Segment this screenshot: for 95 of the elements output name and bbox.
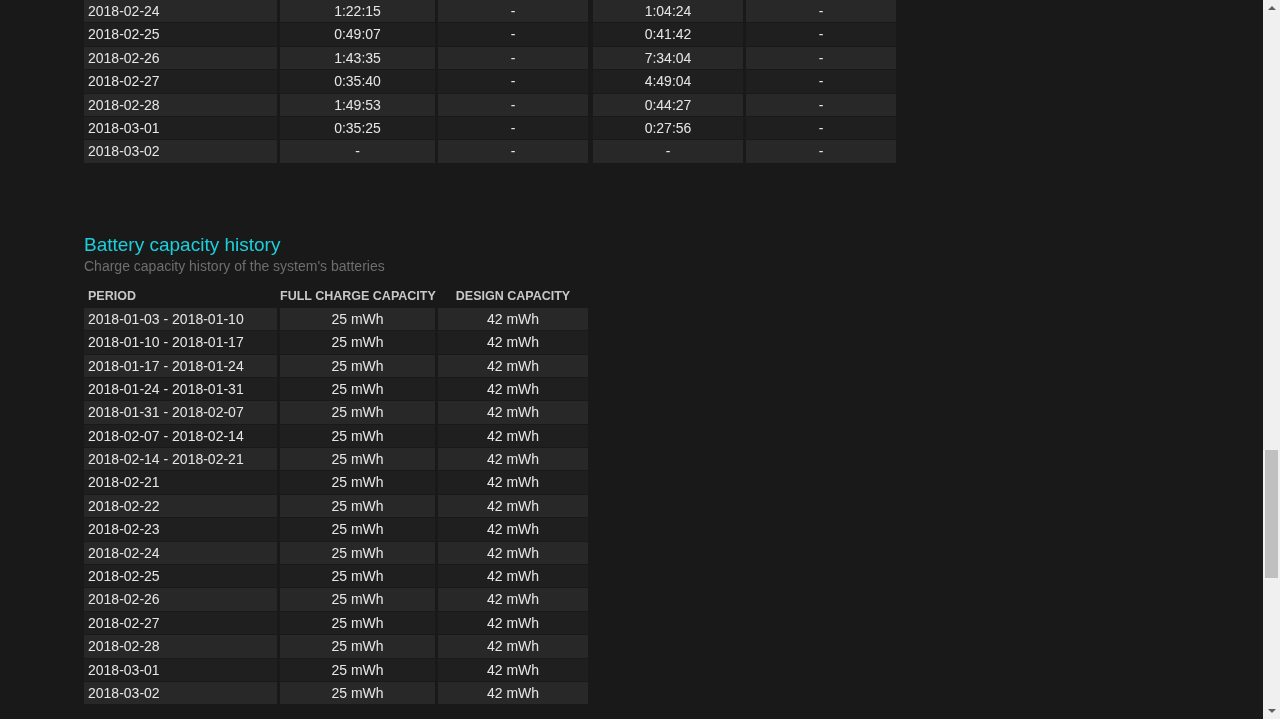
period-cell: 2018-01-03 - 2018-01-10 [84, 307, 277, 331]
table-cell: 0:41:42 [593, 23, 743, 46]
table-cell: - [438, 140, 588, 163]
table-cell: 42 mWh [438, 658, 588, 681]
table-cell: 1:22:15 [280, 0, 435, 23]
table-cell: 42 mWh [438, 424, 588, 448]
table-cell: 25 mWh [280, 565, 435, 588]
table-cell: 25 mWh [280, 658, 435, 681]
scroll-down-icon[interactable] [1267, 709, 1276, 713]
period-cell: 2018-02-22 [84, 494, 277, 518]
table-cell: 42 mWh [438, 448, 588, 471]
table-cell: 25 mWh [280, 307, 435, 331]
table-cell: 0:35:40 [280, 70, 435, 93]
table-cell: 7:34:04 [593, 46, 743, 70]
table-cell: - [746, 70, 896, 93]
table-cell: - [438, 0, 588, 23]
table-cell: 25 mWh [280, 471, 435, 494]
table-cell: 25 mWh [280, 611, 435, 635]
date-cell: 2018-02-24 [84, 0, 277, 23]
table-cell: 42 mWh [438, 518, 588, 541]
table-cell: 0:44:27 [593, 93, 743, 116]
period-cell: 2018-02-26 [84, 588, 277, 611]
period-cell: 2018-01-10 - 2018-01-17 [84, 331, 277, 354]
table-cell: - [746, 23, 896, 46]
table-cell: - [438, 116, 588, 140]
table-cell: 0:35:25 [280, 116, 435, 140]
table-cell: - [746, 0, 896, 23]
date-cell: 2018-02-27 [84, 70, 277, 93]
table-cell: 42 mWh [438, 331, 588, 354]
table-cell: 42 mWh [438, 682, 588, 705]
table-cell: - [746, 116, 896, 140]
date-cell: 2018-02-28 [84, 93, 277, 116]
date-cell: 2018-03-02 [84, 140, 277, 163]
period-cell: 2018-02-14 - 2018-02-21 [84, 448, 277, 471]
table-cell: 42 mWh [438, 401, 588, 424]
table-cell: 42 mWh [438, 471, 588, 494]
section-subtitle: Charge capacity history of the system's batteries [84, 256, 386, 275]
table-cell: 25 mWh [280, 331, 435, 354]
table-cell: 0:49:07 [280, 23, 435, 46]
scrollbar[interactable] [1263, 0, 1280, 719]
table-cell: 1:49:53 [280, 93, 435, 116]
date-cell: 2018-03-01 [84, 116, 277, 140]
table-cell: - [280, 140, 435, 163]
table-cell: 42 mWh [438, 588, 588, 611]
table-cell: - [438, 23, 588, 46]
table-cell: 0:27:56 [593, 116, 743, 140]
table-cell: 42 mWh [438, 307, 588, 331]
column-header: DESIGN CAPACITY [454, 287, 572, 305]
period-cell: 2018-02-28 [84, 635, 277, 658]
table-cell: 42 mWh [438, 635, 588, 658]
period-cell: 2018-02-21 [84, 471, 277, 494]
table-cell: 42 mWh [438, 541, 588, 565]
column-header: FULL CHARGE CAPACITY [280, 287, 435, 305]
date-cell: 2018-02-25 [84, 23, 277, 46]
period-cell: 2018-02-23 [84, 518, 277, 541]
period-cell: 2018-02-07 - 2018-02-14 [84, 424, 277, 448]
table-cell: - [438, 46, 588, 70]
period-cell: 2018-01-24 - 2018-01-31 [84, 377, 277, 401]
table-cell: 25 mWh [280, 424, 435, 448]
period-cell: 2018-03-01 [84, 658, 277, 681]
table-cell: 25 mWh [280, 377, 435, 401]
table-cell: 4:49:04 [593, 70, 743, 93]
table-cell: 42 mWh [438, 354, 588, 377]
table-cell: 25 mWh [280, 682, 435, 705]
table-cell: 25 mWh [280, 354, 435, 377]
table-cell: 42 mWh [438, 377, 588, 401]
table-cell: - [438, 93, 588, 116]
scrollbar-thumb[interactable] [1265, 450, 1278, 579]
period-cell: 2018-03-02 [84, 682, 277, 705]
table-cell: 25 mWh [280, 401, 435, 424]
period-cell: 2018-02-27 [84, 611, 277, 635]
table-cell: 25 mWh [280, 635, 435, 658]
table-cell: 1:04:24 [593, 0, 743, 23]
table-cell: 25 mWh [280, 448, 435, 471]
table-cell: 1:43:35 [280, 46, 435, 70]
table-cell: - [746, 93, 896, 116]
table-cell: - [593, 140, 743, 163]
table-cell: 42 mWh [438, 494, 588, 518]
period-cell: 2018-02-25 [84, 565, 277, 588]
period-cell: 2018-01-31 - 2018-02-07 [84, 401, 277, 424]
scroll-up-icon[interactable] [1267, 6, 1276, 10]
period-cell: 2018-01-17 - 2018-01-24 [84, 354, 277, 377]
table-cell: 25 mWh [280, 494, 435, 518]
table-cell: 25 mWh [280, 541, 435, 565]
period-cell: 2018-02-24 [84, 541, 277, 565]
date-cell: 2018-02-26 [84, 46, 277, 70]
table-cell: 42 mWh [438, 611, 588, 635]
table-cell: - [746, 46, 896, 70]
table-cell: - [746, 140, 896, 163]
table-cell: 42 mWh [438, 565, 588, 588]
table-cell: 25 mWh [280, 518, 435, 541]
section-title: Battery capacity history [84, 232, 282, 257]
column-header: PERIOD [87, 287, 137, 305]
table-cell: - [438, 70, 588, 93]
table-cell: 25 mWh [280, 588, 435, 611]
